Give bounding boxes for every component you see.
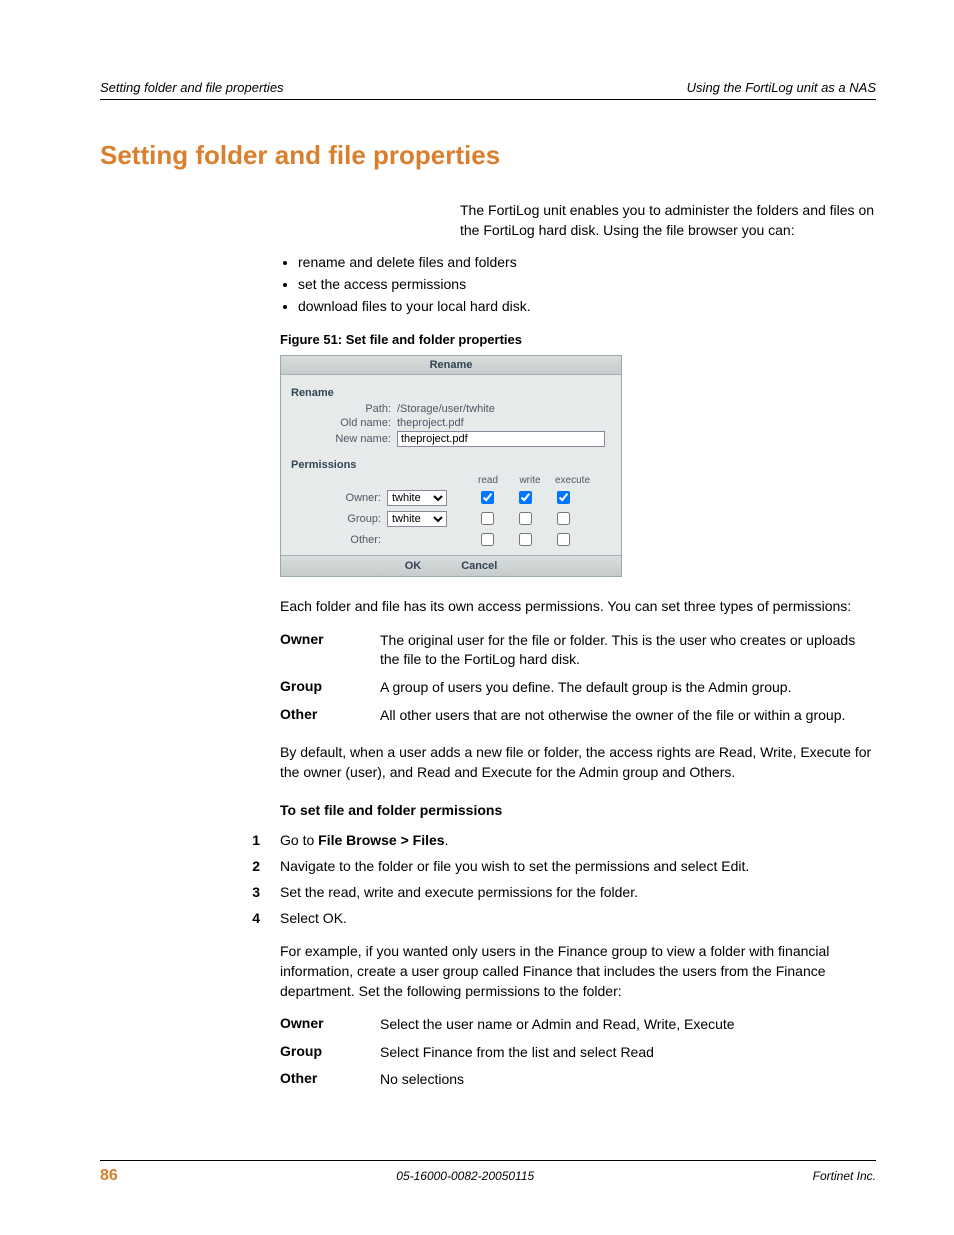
intro-block: The FortiLog unit enables you to adminis… — [280, 201, 876, 617]
rename-dialog: Rename Rename Path: /Storage/user/twhite… — [280, 355, 622, 577]
def-desc: No selections — [380, 1070, 876, 1090]
step-text: Go to File Browse > Files. — [280, 832, 876, 848]
def-term: Owner — [280, 631, 380, 670]
example-paragraph: For example, if you wanted only users in… — [280, 942, 876, 1001]
col-read: read — [471, 475, 505, 486]
bullet-item: download files to your local hard disk. — [298, 298, 876, 314]
group-exec-checkbox[interactable] — [557, 512, 570, 525]
def-row: Owner The original user for the file or … — [280, 631, 876, 670]
group-write-checkbox[interactable] — [519, 512, 532, 525]
def-term: Owner — [280, 1015, 380, 1035]
permissions-grid: read write execute Owner: twhite — [331, 475, 611, 549]
def-row: Other No selections — [280, 1070, 876, 1090]
perm-row-other: Other: — [331, 530, 611, 549]
after-figure-text: Each folder and file has its own access … — [280, 597, 876, 617]
header-right: Using the FortiLog unit as a NAS — [687, 80, 876, 95]
owner-label: Owner: — [331, 492, 381, 504]
def-row: Group A group of users you define. The d… — [280, 678, 876, 698]
path-value: /Storage/user/twhite — [397, 403, 495, 415]
bullet-item: rename and delete files and folders — [298, 254, 876, 270]
footer-doc-id: 05-16000-0082-20050115 — [396, 1169, 534, 1183]
col-write: write — [513, 475, 547, 486]
other-write-checkbox[interactable] — [519, 533, 532, 546]
def-desc: All other users that are not otherwise t… — [380, 706, 876, 726]
dialog-buttons: OK Cancel — [281, 555, 621, 576]
def-desc: Select Finance from the list and select … — [380, 1043, 876, 1063]
perm-row-owner: Owner: twhite — [331, 488, 611, 507]
def-desc: A group of users you define. The default… — [380, 678, 876, 698]
figure-caption: Figure 51: Set file and folder propertie… — [280, 332, 876, 347]
intro-bullets: rename and delete files and folders set … — [280, 254, 876, 314]
step-row: 3 Set the read, write and execute permis… — [280, 884, 876, 900]
page: Setting folder and file properties Using… — [0, 0, 954, 1235]
step-pre: Go to — [280, 832, 318, 848]
page-number: 86 — [100, 1167, 118, 1185]
footer-company: Fortinet Inc. — [813, 1169, 876, 1183]
def-desc: The original user for the file or folder… — [380, 631, 876, 670]
dialog-title: Rename — [281, 356, 621, 375]
newname-label: New name: — [311, 433, 397, 445]
running-header: Setting folder and file properties Using… — [100, 80, 876, 100]
cancel-button[interactable]: Cancel — [461, 560, 497, 572]
owner-write-checkbox[interactable] — [519, 491, 532, 504]
group-read-checkbox[interactable] — [481, 512, 494, 525]
other-read-checkbox[interactable] — [481, 533, 494, 546]
newname-input[interactable] — [397, 431, 605, 447]
other-exec-checkbox[interactable] — [557, 533, 570, 546]
step-number: 2 — [230, 858, 260, 874]
step-post: . — [445, 832, 449, 848]
owner-select[interactable]: twhite — [387, 490, 447, 506]
step-row: 4 Select OK. — [280, 910, 876, 926]
bullet-item: set the access permissions — [298, 276, 876, 292]
owner-exec-checkbox[interactable] — [557, 491, 570, 504]
step-row: 1 Go to File Browse > Files. — [280, 832, 876, 848]
step-text: Navigate to the folder or file you wish … — [280, 858, 876, 874]
step-text: Set the read, write and execute permissi… — [280, 884, 876, 900]
step-number: 4 — [230, 910, 260, 926]
def-term: Group — [280, 1043, 380, 1063]
perm-header-row: read write execute — [471, 475, 611, 486]
group-label: Group: — [331, 513, 381, 525]
dialog-body: Rename Path: /Storage/user/twhite Old na… — [281, 375, 621, 555]
procedure-steps: 1 Go to File Browse > Files. 2 Navigate … — [280, 832, 876, 926]
step-number: 3 — [230, 884, 260, 900]
definitions-2: Owner Select the user name or Admin and … — [280, 1015, 876, 1090]
perm-row-group: Group: twhite — [331, 509, 611, 528]
intro-text: The FortiLog unit enables you to adminis… — [460, 201, 876, 240]
step-number: 1 — [230, 832, 260, 848]
ok-button[interactable]: OK — [405, 560, 422, 572]
def-row: Owner Select the user name or Admin and … — [280, 1015, 876, 1035]
oldname-label: Old name: — [311, 417, 397, 429]
group-select[interactable]: twhite — [387, 511, 447, 527]
def-row: Group Select Finance from the list and s… — [280, 1043, 876, 1063]
default-perms-text: By default, when a user adds a new file … — [280, 743, 876, 782]
step-row: 2 Navigate to the folder or file you wis… — [280, 858, 876, 874]
procedure-heading: To set file and folder permissions — [280, 802, 876, 818]
def-term: Other — [280, 706, 380, 726]
def-term: Group — [280, 678, 380, 698]
def-term: Other — [280, 1070, 380, 1090]
def-desc: Select the user name or Admin and Read, … — [380, 1015, 876, 1035]
path-label: Path: — [311, 403, 397, 415]
def-row: Other All other users that are not other… — [280, 706, 876, 726]
owner-read-checkbox[interactable] — [481, 491, 494, 504]
page-footer: 86 05-16000-0082-20050115 Fortinet Inc. — [100, 1160, 876, 1185]
definitions-1: Owner The original user for the file or … — [280, 631, 876, 725]
other-label: Other: — [331, 534, 381, 546]
rename-section-label: Rename — [291, 387, 611, 399]
page-title: Setting folder and file properties — [100, 140, 876, 171]
step-text: Select OK. — [280, 910, 876, 926]
oldname-value: theproject.pdf — [397, 417, 464, 429]
permissions-section-label: Permissions — [291, 459, 611, 471]
header-left: Setting folder and file properties — [100, 80, 284, 95]
step-bold: File Browse > Files — [318, 832, 444, 848]
col-exec: execute — [555, 475, 589, 486]
